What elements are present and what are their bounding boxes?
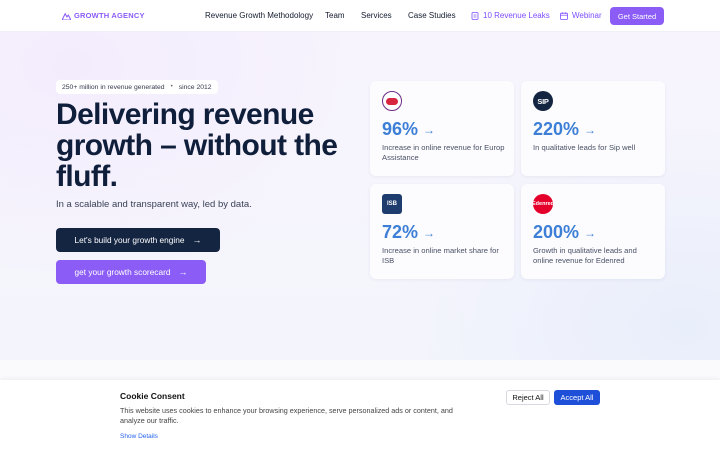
stat-description: Increase in online revenue for Europ Ass… — [382, 143, 505, 162]
arrow-right-icon: → — [423, 225, 436, 240]
arrow-right-icon: → — [584, 225, 597, 240]
arrow-right-icon: → — [584, 122, 597, 137]
stat-value: 96% → — [382, 119, 435, 140]
stat-card-isb[interactable]: ISB 72% → Increase in online market shar… — [370, 184, 514, 279]
build-growth-engine-button[interactable]: Let's build your growth engine → — [56, 228, 220, 252]
isb-logo-icon: ISB — [382, 194, 402, 214]
get-started-button[interactable]: Get Started — [610, 7, 664, 25]
growth-scorecard-label: get your growth scorecard — [74, 267, 171, 277]
stat-card-edenred[interactable]: Edenred 200% → Growth in qualitative lea… — [521, 184, 665, 279]
document-icon — [471, 11, 479, 20]
stat-value: 200% → — [533, 222, 596, 243]
nav-link-team[interactable]: Team — [325, 11, 345, 20]
revenue-leaks-label: 10 Revenue Leaks — [483, 11, 550, 20]
show-details-link[interactable]: Show Details — [120, 433, 158, 440]
sip-logo-icon: SIP — [533, 91, 553, 111]
stat-description: Increase in online market share for ISB — [382, 246, 499, 265]
europ-assistance-logo-icon — [382, 91, 402, 111]
brand-logo[interactable]: GROWTH AGENCY — [62, 11, 145, 20]
nav-link-webinar[interactable]: Webinar — [560, 11, 602, 20]
edenred-logo-icon: Edenred — [532, 194, 554, 214]
badge-since-text: since 2012 — [178, 83, 212, 91]
arrow-right-icon: → — [178, 267, 188, 277]
nav-link-methodology[interactable]: Revenue Growth Methodology — [205, 11, 313, 20]
hero-section: 250+ million in revenue generated • sinc… — [0, 32, 720, 360]
nav-link-case-studies[interactable]: Case Studies — [408, 11, 456, 20]
stat-value: 72% → — [382, 222, 435, 243]
stat-number: 72% — [382, 222, 419, 242]
top-navbar: GROWTH AGENCY Revenue Growth Methodology… — [0, 0, 720, 32]
hero-subtext: In a scalable and transparent way, led b… — [56, 199, 252, 210]
stat-description: In qualitative leads for Sip well — [533, 143, 636, 152]
stat-card-sip[interactable]: SIP 220% → In qualitative leads for Sip … — [521, 81, 665, 176]
calendar-icon — [560, 11, 568, 20]
stat-number: 96% — [382, 119, 419, 139]
hero-headline: Delivering revenue growth – without the … — [56, 98, 338, 193]
stat-card-europ-assistance[interactable]: 96% → Increase in online revenue for Eur… — [370, 81, 514, 176]
revenue-badge: 250+ million in revenue generated • sinc… — [56, 80, 218, 94]
mountain-logo-icon — [62, 12, 71, 20]
badge-revenue-text: 250+ million in revenue generated — [62, 83, 165, 91]
cookie-description: This website uses cookies to enhance you… — [120, 406, 453, 425]
stat-number: 220% — [533, 119, 580, 139]
stat-number: 200% — [533, 222, 580, 242]
reject-all-button[interactable]: Reject All — [506, 390, 550, 405]
nav-link-services[interactable]: Services — [361, 11, 392, 20]
growth-scorecard-button[interactable]: get your growth scorecard → — [56, 260, 206, 284]
arrow-right-icon: → — [192, 235, 202, 245]
brand-name: GROWTH AGENCY — [74, 11, 145, 20]
badge-separator: • — [170, 84, 173, 90]
arrow-right-icon: → — [423, 122, 436, 137]
stat-value: 220% → — [533, 119, 596, 140]
cookie-title: Cookie Consent — [120, 391, 185, 401]
accept-all-button[interactable]: Accept All — [554, 390, 600, 405]
nav-link-revenue-leaks[interactable]: 10 Revenue Leaks — [471, 11, 550, 20]
cookie-consent-banner: Cookie Consent This website uses cookies… — [0, 380, 720, 450]
stat-description: Growth in qualitative leads and online r… — [533, 246, 637, 265]
section-divider-band — [0, 360, 720, 380]
build-growth-engine-label: Let's build your growth engine — [74, 235, 185, 245]
webinar-label: Webinar — [572, 11, 602, 20]
